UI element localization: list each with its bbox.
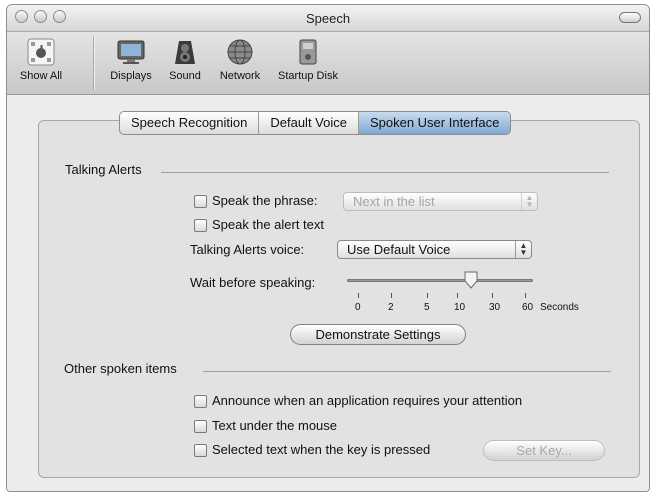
speak-alert-text-checkbox[interactable] [194, 219, 207, 232]
slider-tick-label: 30 [489, 302, 501, 313]
tab-spoken-user-interface[interactable]: Spoken User Interface [358, 112, 511, 134]
slider-tick-mark [391, 293, 392, 298]
toolbar: Show All Displays Sound Network Startup … [7, 32, 649, 95]
toolbar-toggle-button[interactable] [619, 12, 641, 23]
title-bar: Speech [7, 5, 649, 32]
demonstrate-settings-button[interactable]: Demonstrate Settings [290, 324, 466, 345]
slider-tick-mark [492, 293, 493, 298]
talking-alerts-voice-popup[interactable]: Use Default Voice ▲ ▼ [337, 240, 532, 259]
toolbar-label: Displays [110, 70, 152, 82]
set-key-button[interactable]: Set Key... [483, 440, 605, 461]
talking-alerts-heading: Talking Alerts [65, 162, 142, 177]
wait-slider[interactable] [347, 271, 537, 291]
toolbar-label: Network [219, 70, 261, 82]
toolbar-sound[interactable]: Sound [163, 36, 207, 82]
wait-label: Wait before speaking: [190, 275, 316, 290]
section-divider [203, 371, 611, 372]
announce-label: Announce when an application requires yo… [212, 393, 523, 408]
announce-checkbox[interactable] [194, 395, 207, 408]
toolbar-label: Sound [169, 70, 201, 82]
voice-value: Use Default Voice [347, 242, 451, 257]
toolbar-label: Show All [19, 70, 63, 82]
slider-thumb[interactable] [463, 271, 479, 289]
section-divider [161, 172, 609, 173]
slider-tick-label: 60 [522, 302, 534, 313]
toolbar-network[interactable]: Network [211, 36, 269, 82]
tab-default-voice[interactable]: Default Voice [259, 112, 359, 134]
toolbar-separator [93, 36, 95, 90]
toolbar-displays[interactable]: Displays [103, 36, 159, 82]
speak-alert-text-label: Speak the alert text [212, 217, 325, 232]
window-title: Speech [305, 11, 351, 26]
apple-grid-icon [27, 38, 55, 66]
slider-tick-mark [358, 293, 359, 298]
speak-phrase-label: Speak the phrase: [212, 193, 318, 208]
slider-tick-mark [457, 293, 458, 298]
slider-track [347, 279, 533, 282]
text-under-mouse-label: Text under the mouse [212, 418, 338, 433]
slider-tick-mark [427, 293, 428, 298]
voice-label: Talking Alerts voice: [190, 242, 305, 257]
toolbar-label: Startup Disk [278, 70, 338, 82]
display-icon [117, 40, 145, 64]
tab-bar: Speech Recognition Default Voice Spoken … [119, 111, 512, 135]
toolbar-startup-disk[interactable]: Startup Disk [275, 36, 341, 82]
popup-arrows-icon: ▲ ▼ [521, 193, 537, 210]
speak-phrase-value: Next in the list [353, 194, 435, 209]
globe-icon [227, 39, 253, 65]
selected-text-label: Selected text when the key is pressed [212, 442, 431, 457]
speaker-icon [175, 41, 195, 64]
text-under-mouse-checkbox[interactable] [194, 420, 207, 433]
tab-speech-recognition[interactable]: Speech Recognition [120, 112, 260, 134]
speech-window: Speech Show All Displays Sound Network S… [6, 4, 650, 492]
selected-text-checkbox[interactable] [194, 444, 207, 457]
speak-phrase-checkbox[interactable] [194, 195, 207, 208]
slider-tick-label: 10 [454, 302, 466, 313]
slider-tick-label: 5 [424, 302, 430, 313]
slider-tick-mark [525, 293, 526, 298]
toolbar-show-all[interactable]: Show All [13, 36, 69, 82]
slider-unit-label: Seconds [540, 302, 579, 313]
preferences-pane: Speech Recognition Default Voice Spoken … [7, 95, 649, 491]
disk-icon [299, 39, 317, 65]
other-spoken-items-heading: Other spoken items [64, 361, 177, 376]
speak-phrase-popup[interactable]: Next in the list ▲ ▼ [343, 192, 538, 211]
slider-tick-label: 0 [355, 302, 361, 313]
popup-arrows-icon: ▲ ▼ [515, 241, 531, 258]
slider-tick-label: 2 [388, 302, 394, 313]
